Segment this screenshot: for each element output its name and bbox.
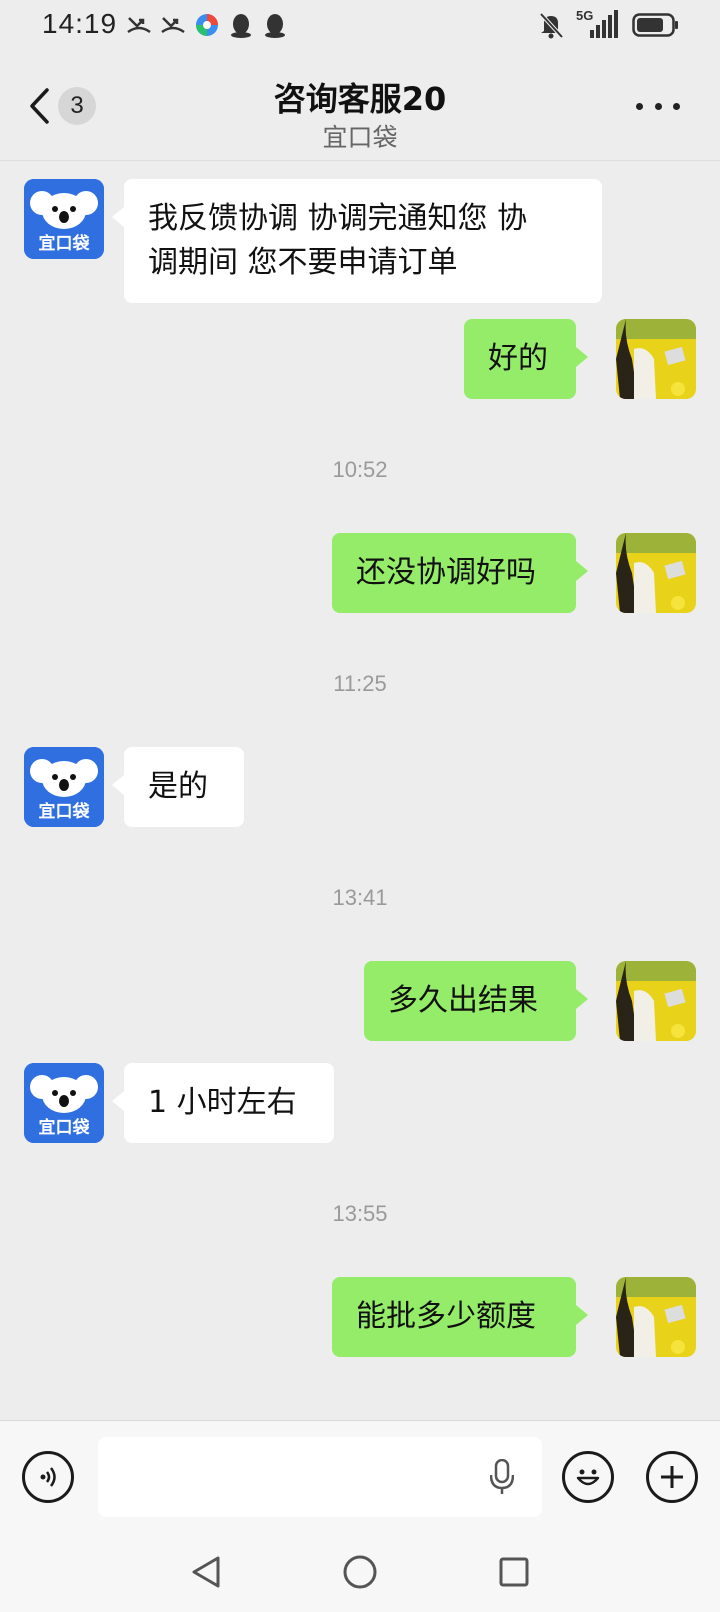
status-bar: 14:19 5G [0,0,720,54]
chat-title: 咨询客服20 [273,80,447,118]
message-text: 还没协调好吗 [356,555,536,590]
more-actions-button[interactable] [646,1451,698,1503]
microphone-icon[interactable] [490,1459,514,1495]
status-time: 14:19 [42,8,118,39]
nav-home-button[interactable] [340,1552,380,1592]
circle-home-icon [343,1555,377,1589]
chat-area[interactable]: 宜口袋 我反馈协调 协调完通知您 协 调期间 您不要申请订单 好的 10:52 … [0,161,720,1421]
emoji-button[interactable] [562,1451,614,1503]
message-bubble[interactable]: 能批多少额度 [332,1277,588,1357]
avatar-brand-text: 宜口袋 [38,802,90,822]
service-avatar[interactable]: 宜口袋 [24,1063,104,1143]
dot [654,102,662,110]
my-avatar[interactable] [616,961,696,1041]
user-photo-icon [616,1277,696,1357]
message-input[interactable] [98,1437,542,1517]
message-bubble[interactable]: 我反馈协调 协调完通知您 协 调期间 您不要申请订单 [112,179,602,303]
my-avatar[interactable] [616,319,696,399]
smiley-icon [576,1469,600,1486]
message-bubble[interactable]: 还没协调好吗 [332,533,588,613]
more-options-button[interactable] [636,94,680,118]
message-text: 好的 [488,341,548,376]
timestamp: 11:25 [333,671,387,696]
message-bubble[interactable]: 1 小时左右 [112,1063,334,1143]
timestamp: 13:55 [332,1201,388,1226]
qq-icon [265,14,285,38]
signal-icon [590,10,618,38]
message-text: 是的 [148,769,208,804]
voice-toggle-button[interactable] [22,1451,74,1503]
square-recents-icon [499,1557,529,1587]
service-avatar[interactable]: 宜口袋 [24,179,104,259]
nav-recents-button[interactable] [494,1552,534,1592]
message-bubble[interactable]: 是的 [112,747,244,827]
user-photo-icon [616,961,696,1041]
qq-icon [231,14,251,38]
message-bubble[interactable]: 多久出结果 [364,961,588,1041]
notification-icons [126,12,288,38]
service-avatar[interactable]: 宜口袋 [24,747,104,827]
message-text: 多久出结果 [388,983,538,1018]
chat-subtitle: 宜口袋 [322,123,398,152]
signal-indicator: 5G [576,8,620,40]
system-navigation-bar [0,1532,720,1612]
dot [673,102,680,110]
avatar-brand-text: 宜口袋 [38,1118,90,1138]
timestamp: 10:52 [332,457,388,482]
dot [636,102,643,110]
avatar-brand-text: 宜口袋 [38,234,90,254]
input-bar [0,1420,720,1533]
message-text: 能批多少额度 [356,1299,536,1334]
missed-call-icon [161,17,185,34]
user-photo-icon [616,533,696,613]
triangle-back-icon [192,1556,220,1588]
app-notification-icon [196,14,218,36]
chat-header: 3 咨询客服20 宜口袋 [0,54,720,160]
message-bubble[interactable]: 好的 [464,319,588,399]
system-icons: 5G [538,8,680,40]
timestamp: 13:41 [332,885,388,910]
message-text: 调期间 您不要申请订单 [148,245,458,280]
plus-icon [661,1466,683,1488]
my-avatar[interactable] [616,533,696,613]
voice-wave-icon [40,1467,56,1487]
message-text: 1 小时左右 [148,1085,297,1120]
user-photo-icon [616,319,696,399]
nav-back-button[interactable] [186,1552,226,1592]
battery-icon [632,13,678,37]
mute-bell-icon [539,12,564,39]
my-avatar[interactable] [616,1277,696,1357]
missed-call-icon [127,17,151,34]
message-text: 我反馈协调 协调完通知您 协 [148,201,528,236]
